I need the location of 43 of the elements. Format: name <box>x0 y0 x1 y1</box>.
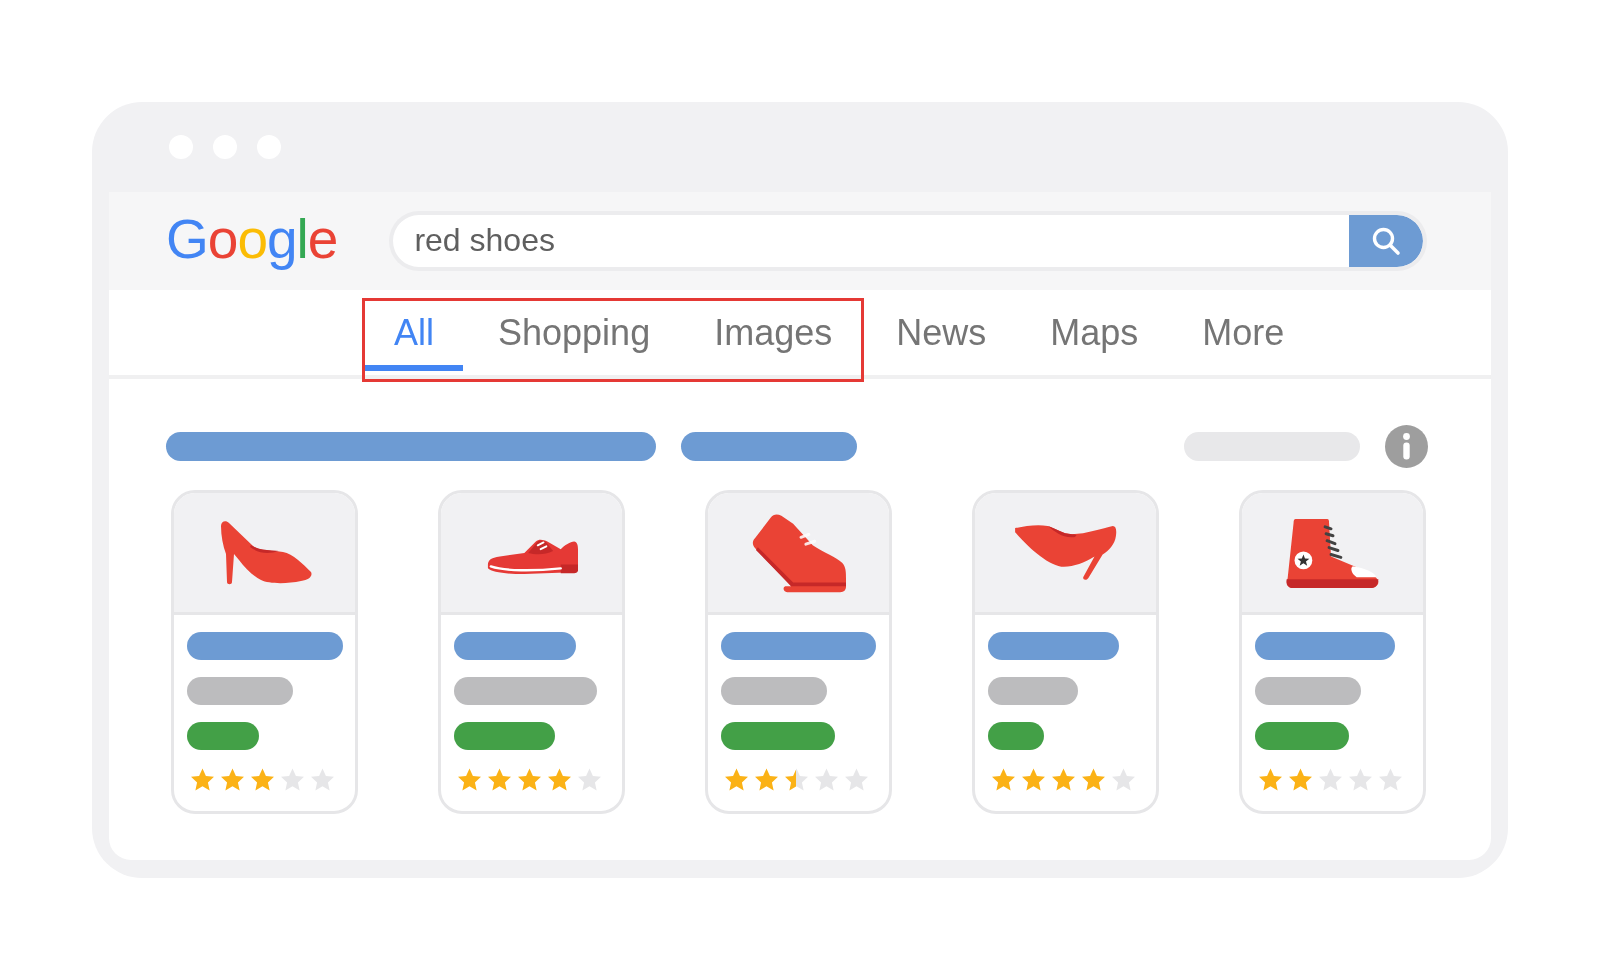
tab[interactable]: More <box>1173 301 1314 371</box>
product-card[interactable] <box>705 490 892 814</box>
star-icon <box>845 768 868 791</box>
star-icon <box>458 768 481 791</box>
star-icon <box>548 768 571 791</box>
product-card[interactable] <box>1239 490 1426 814</box>
star-icon <box>191 768 214 791</box>
star-icon <box>1082 768 1105 791</box>
sneaker-icon <box>751 512 846 593</box>
star-icon <box>725 768 748 791</box>
tab[interactable]: Maps <box>1021 301 1168 371</box>
info-icon[interactable] <box>1385 425 1428 468</box>
tab[interactable]: All <box>365 301 463 371</box>
star-icon <box>578 768 601 791</box>
tab[interactable]: Images <box>685 301 862 371</box>
star-icon <box>1052 768 1075 791</box>
product-card[interactable] <box>972 490 1159 814</box>
product-card[interactable] <box>438 490 625 814</box>
star-icon <box>311 768 334 791</box>
star-icon <box>1379 768 1402 791</box>
star-icon <box>1022 768 1045 791</box>
star-icon <box>281 768 304 791</box>
star-icon <box>785 768 808 791</box>
placeholder-bar <box>988 722 1044 750</box>
logo[interactable]: Google <box>166 211 338 271</box>
tab[interactable]: News <box>867 301 1016 371</box>
star-icon <box>815 768 838 791</box>
star-icon <box>1319 768 1342 791</box>
star-icon <box>755 768 778 791</box>
high-heel-icon <box>1014 524 1117 581</box>
star-icon <box>1289 768 1312 791</box>
product-card[interactable] <box>171 490 358 814</box>
star-icon <box>518 768 541 791</box>
placeholder-bar <box>187 722 259 750</box>
star-icon <box>251 768 274 791</box>
star-icon <box>992 768 1015 791</box>
star-icon <box>1112 768 1135 791</box>
tab[interactable]: Shopping <box>469 301 680 371</box>
star-icon <box>221 768 244 791</box>
high-top-sneaker-icon <box>1284 517 1381 588</box>
star-icon <box>488 768 511 791</box>
star-icon <box>1259 768 1282 791</box>
star-icon <box>1349 768 1372 791</box>
